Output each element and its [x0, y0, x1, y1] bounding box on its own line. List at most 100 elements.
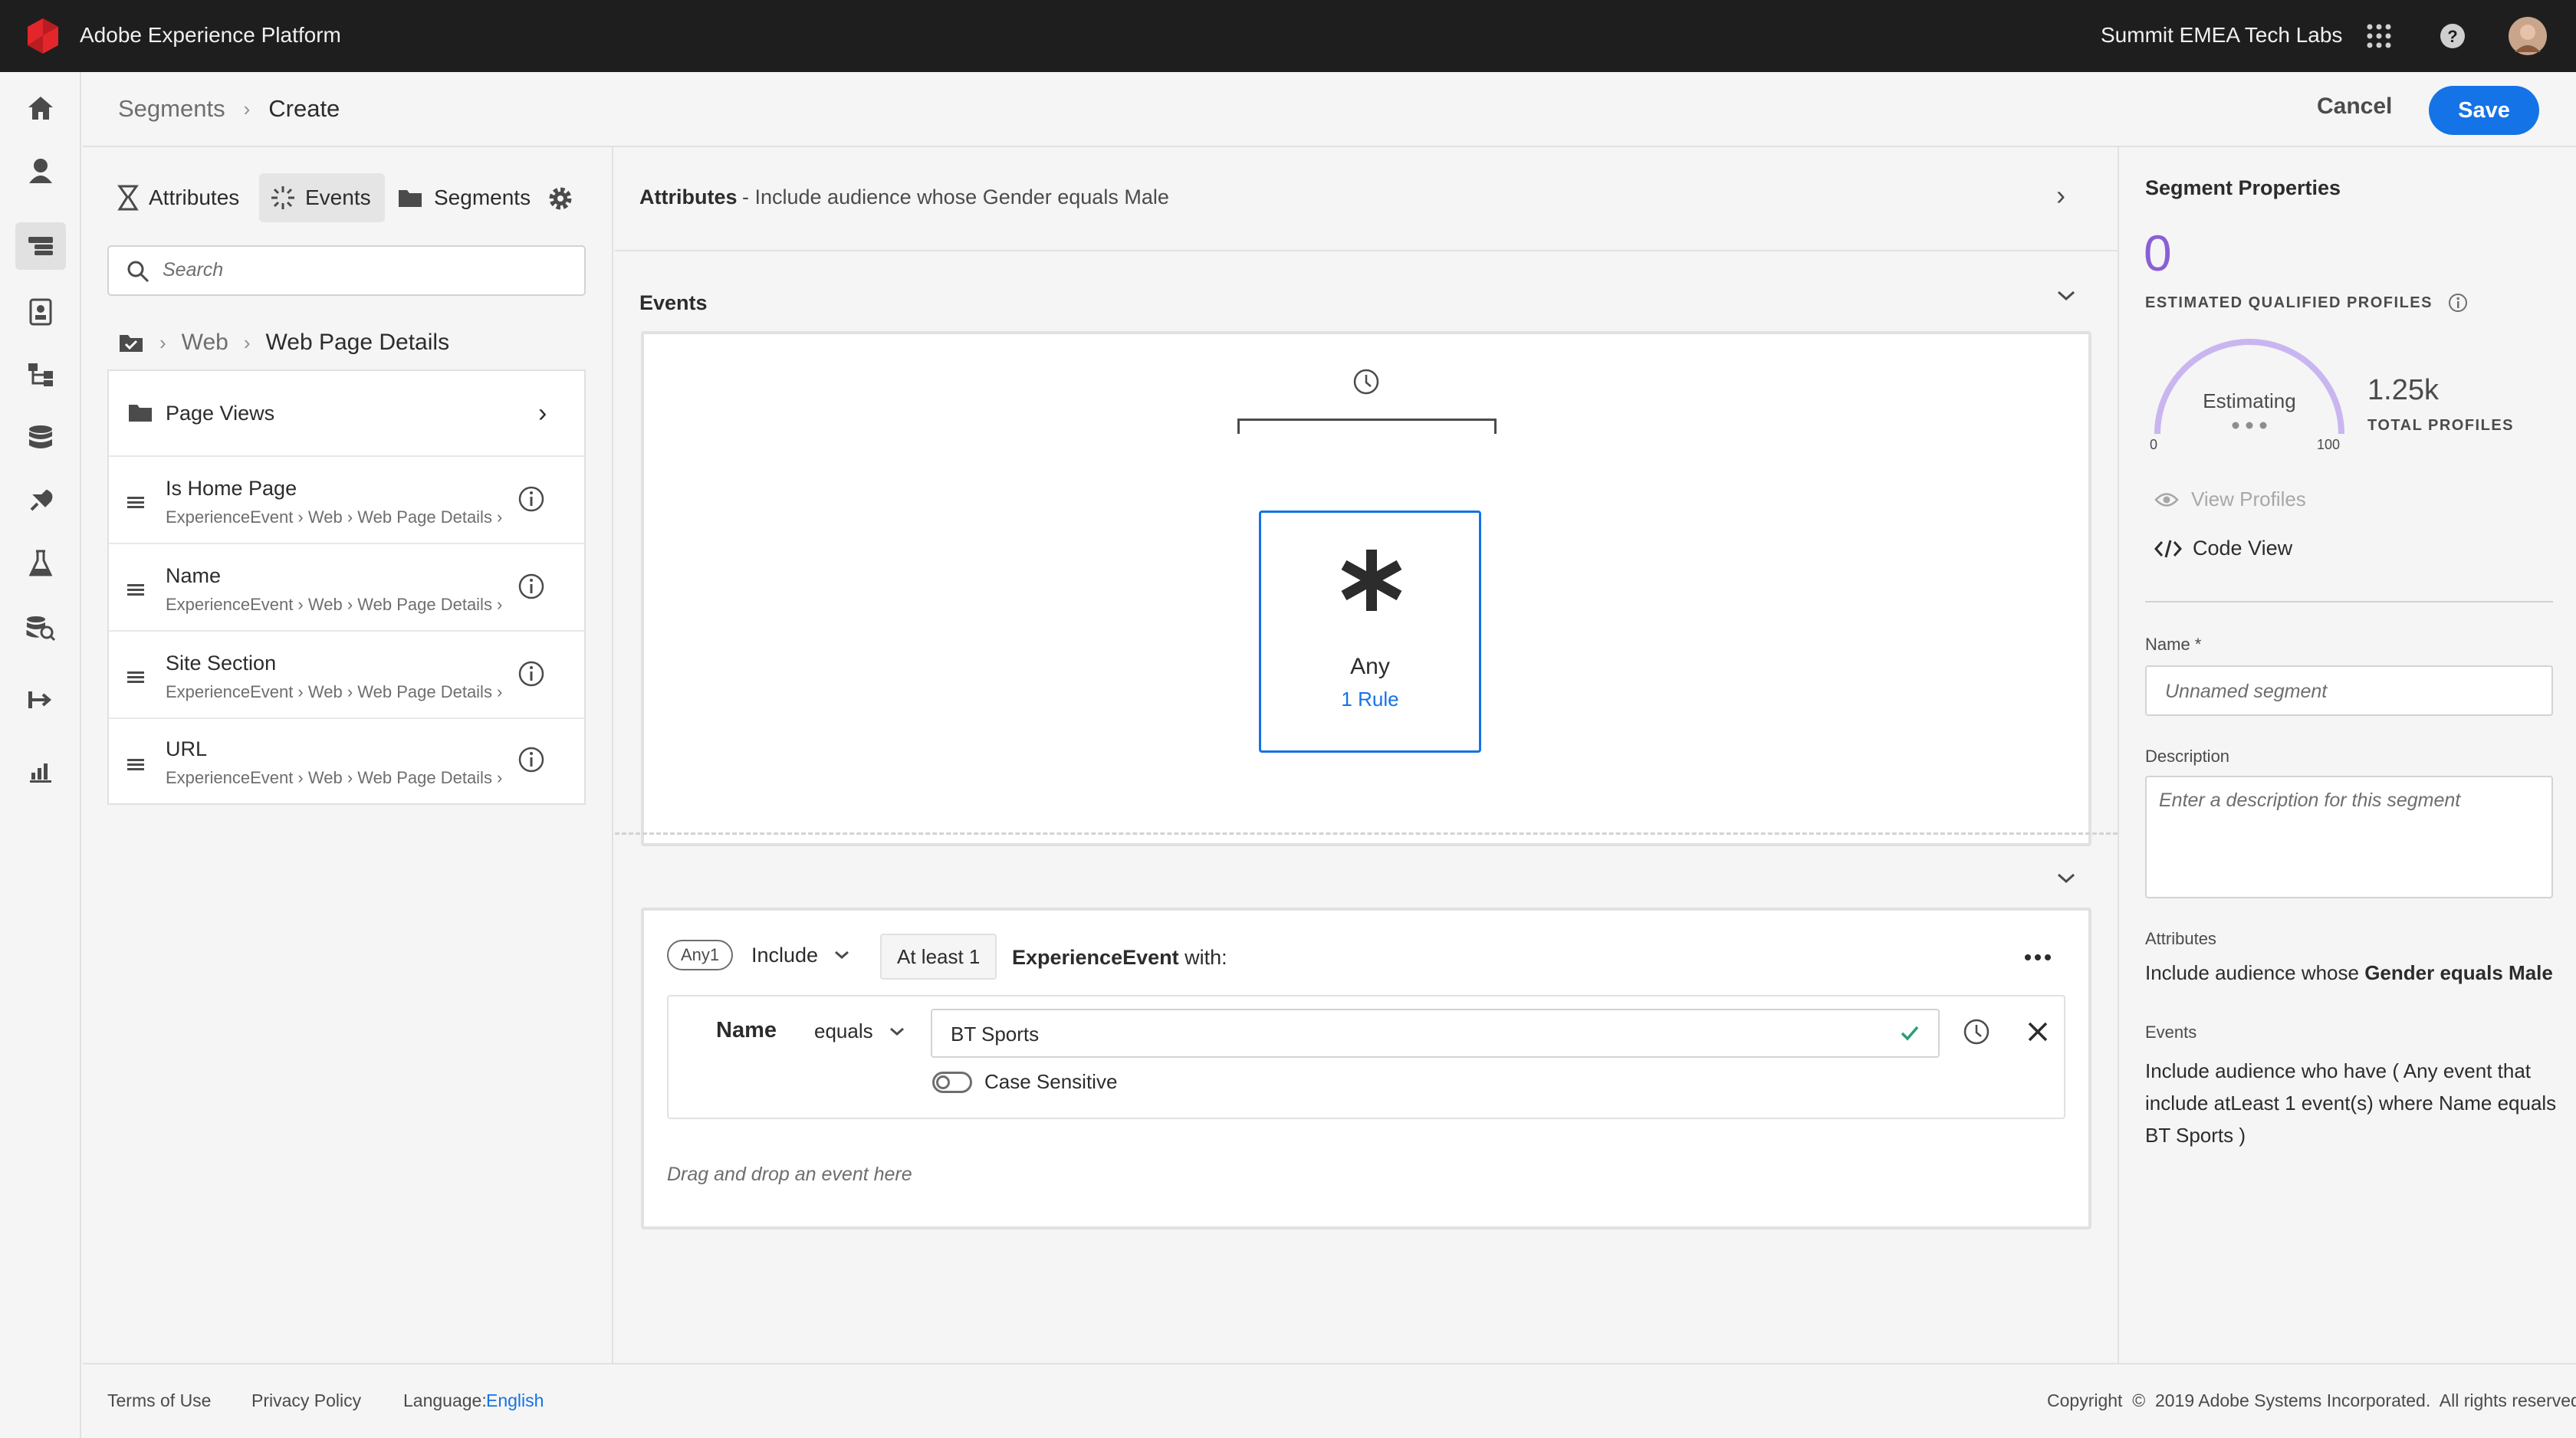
clock-icon[interactable]	[1963, 1018, 1990, 1046]
app-title[interactable]: Adobe Experience Platform	[80, 23, 341, 48]
clock-icon[interactable]	[1352, 368, 1380, 396]
field-title: URL	[166, 737, 208, 760]
field-path: ExperienceEvent › Web › Web Page Details…	[166, 595, 503, 614]
any-event-card[interactable]: Any 1 Rule	[1259, 511, 1481, 753]
datasets-icon[interactable]	[21, 419, 60, 457]
event-rule-panel: Any1 Include At least 1 ExperienceEvent …	[641, 908, 2091, 1230]
chevron-right-icon: ›	[243, 330, 251, 354]
attributes-icon	[117, 185, 140, 211]
list-item-folder[interactable]: Page Views ›	[109, 371, 584, 457]
info-icon[interactable]	[518, 661, 544, 687]
events-summary-line: Include audience who have ( Any event th…	[2145, 1059, 2532, 1082]
operator-dropdown[interactable]: equals	[814, 1019, 905, 1043]
breadcrumb-segments[interactable]: Segments	[118, 95, 225, 123]
gear-icon[interactable]	[547, 185, 573, 212]
schemas-icon[interactable]	[21, 356, 60, 394]
at-least-button[interactable]: At least 1	[880, 934, 997, 980]
sources-icon[interactable]	[21, 481, 60, 520]
field-path: ExperienceEvent › Web › Web Page Details…	[166, 768, 503, 787]
loading-dots-icon	[2231, 422, 2268, 429]
drag-handle-icon[interactable]	[127, 759, 144, 771]
org-name[interactable]: Summit EMEA Tech Labs	[2101, 23, 2342, 48]
folder-check-icon[interactable]	[118, 332, 144, 353]
info-icon[interactable]	[518, 747, 544, 773]
destinations-icon[interactable]	[21, 681, 60, 719]
list-item[interactable]: Name ExperienceEvent › Web › Web Page De…	[109, 544, 584, 632]
gauge-max: 100	[2317, 437, 2341, 452]
any-chip[interactable]: Any1	[667, 940, 734, 970]
list-item[interactable]: URL ExperienceEvent › Web › Web Page Det…	[109, 719, 584, 803]
monitoring-icon[interactable]	[21, 751, 60, 790]
app-grid-icon[interactable]	[2366, 23, 2392, 49]
queries-icon[interactable]	[21, 609, 60, 647]
folder-icon	[127, 402, 153, 423]
drag-handle-icon[interactable]	[127, 497, 144, 509]
field-path: ExperienceEvent › Web › Web Page Details…	[166, 682, 503, 701]
language-label: Language:	[403, 1390, 487, 1410]
identities-icon[interactable]	[21, 293, 60, 331]
close-icon[interactable]	[2026, 1019, 2050, 1044]
chevron-down-icon	[833, 950, 850, 960]
segment-properties-panel: Segment Properties 0 ESTIMATED QUALIFIED…	[2118, 147, 2576, 1363]
segments-icon[interactable]	[15, 222, 66, 270]
include-dropdown[interactable]: Include	[751, 934, 850, 977]
experience-event-name: ExperienceEvent	[1012, 946, 1179, 969]
profiles-icon[interactable]	[21, 152, 60, 190]
description-label: Description	[2145, 747, 2230, 766]
view-profiles-button[interactable]: View Profiles	[2154, 488, 2306, 511]
privacy-link[interactable]: Privacy Policy	[251, 1390, 361, 1411]
case-sensitive-toggle[interactable]	[932, 1072, 972, 1093]
chevron-right-icon: ›	[243, 97, 251, 120]
description-placeholder: Enter a description for this segment	[2159, 790, 2461, 811]
save-button[interactable]: Save	[2429, 86, 2539, 135]
case-sensitive-label: Case Sensitive	[984, 1070, 1118, 1093]
field-title: Site Section	[166, 652, 277, 675]
tab-segments[interactable]: Segments	[397, 173, 531, 222]
tab-attributes[interactable]: Attributes	[117, 173, 255, 222]
events-heading: Events	[639, 291, 708, 314]
info-icon[interactable]	[2448, 293, 2468, 313]
list-item[interactable]: Is Home Page ExperienceEvent › Web › Web…	[109, 457, 584, 544]
include-label: Include	[751, 943, 819, 967]
search-placeholder: Search	[163, 259, 224, 281]
top-bar: Adobe Experience Platform Summit EMEA Te…	[0, 0, 2576, 72]
chevron-right-icon[interactable]: ›	[2056, 179, 2065, 212]
segment-name-input[interactable]: Unnamed segment	[2145, 665, 2553, 716]
code-view-button[interactable]: Code View	[2154, 537, 2292, 560]
tab-events[interactable]: Events	[259, 173, 385, 222]
chevron-right-icon[interactable]: ›	[538, 399, 547, 428]
attributes-summary-row[interactable]: Attributes - Include audience whose Gend…	[615, 147, 2118, 251]
drag-handle-icon[interactable]	[127, 584, 144, 596]
path-web[interactable]: Web	[182, 330, 228, 356]
language-link[interactable]: English	[486, 1390, 544, 1411]
svg-text:?: ?	[2447, 27, 2457, 46]
avatar[interactable]	[2509, 17, 2547, 55]
value-input[interactable]: BT Sports	[931, 1009, 1940, 1058]
attributes-summary-label: Attributes	[2145, 929, 2216, 948]
segment-description-input[interactable]: Enter a description for this segment	[2145, 776, 2553, 898]
left-rail	[0, 72, 81, 1438]
operator-label: equals	[814, 1019, 873, 1042]
drop-zone-hint[interactable]: Drag and drop an event here	[667, 1164, 912, 1186]
list-item[interactable]: Site Section ExperienceEvent › Web › Web…	[109, 632, 584, 719]
terms-link[interactable]: Terms of Use	[107, 1390, 211, 1411]
data-science-icon[interactable]	[21, 544, 60, 583]
chevron-down-icon[interactable]	[2056, 872, 2076, 885]
help-icon[interactable]: ?	[2440, 23, 2466, 49]
field-list: Page Views › Is Home Page ExperienceEven…	[107, 369, 586, 805]
rule-count-link[interactable]: 1 Rule	[1261, 688, 1479, 711]
home-icon[interactable]	[21, 89, 60, 127]
gauge-min: 0	[2150, 437, 2158, 452]
more-icon[interactable]	[2024, 954, 2052, 961]
search-input[interactable]: Search	[107, 245, 586, 296]
chevron-down-icon[interactable]	[2056, 290, 2076, 302]
drag-handle-icon[interactable]	[127, 671, 144, 684]
info-icon[interactable]	[518, 486, 544, 512]
folder-icon	[397, 187, 423, 208]
name-label: Name *	[2145, 635, 2202, 654]
adobe-logo-icon[interactable]	[25, 17, 61, 55]
divider	[615, 832, 2118, 835]
cancel-button[interactable]: Cancel	[2317, 94, 2392, 120]
info-icon[interactable]	[518, 573, 544, 599]
total-profiles-label: TOTAL PROFILES	[2367, 417, 2515, 434]
